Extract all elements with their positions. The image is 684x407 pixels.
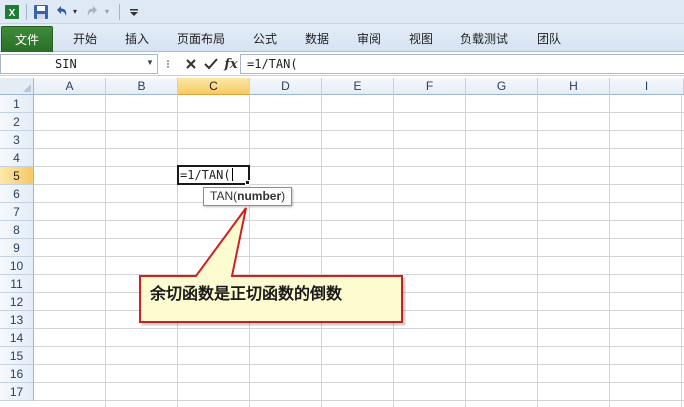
column-header-c[interactable]: C [178,78,250,95]
select-all-corner[interactable] [0,78,34,95]
row-header[interactable]: 3 [0,131,34,149]
name-box[interactable]: SIN [0,54,158,74]
expand-handle-icon[interactable] [164,56,178,72]
formula-input[interactable]: =1/TAN( [240,54,684,74]
tooltip-close-paren: ) [281,189,286,203]
name-box-dropdown-icon[interactable]: ▼ [146,58,154,67]
row-header-active[interactable]: 5 [0,167,34,185]
tab-insert[interactable]: 插入 [114,26,160,52]
ribbon-tab-bar: 文件 开始 插入 页面布局 公式 数据 审阅 视图 负载测试 团队 [0,24,684,52]
row-header[interactable]: 1 [0,95,34,113]
toolbar-separator [119,3,120,20]
quick-access-toolbar: X ▾ ▾ [0,0,684,24]
row-header[interactable]: 17 [0,383,34,401]
tooltip-argument: number [237,189,282,203]
formula-bar: SIN ▼ fx =1/TAN( [0,52,684,76]
column-header-i[interactable]: I [610,78,684,95]
active-cell-text: =1/TAN( [180,168,231,182]
column-header-g[interactable]: G [466,78,538,95]
cell-area[interactable] [34,95,684,407]
column-headers: A B C D E F G H I [34,78,684,95]
column-header-h[interactable]: H [538,78,610,95]
row-header[interactable]: 8 [0,221,34,239]
row-header[interactable]: 13 [0,311,34,329]
cancel-icon[interactable] [184,56,198,72]
tab-team[interactable]: 团队 [526,26,572,52]
save-icon[interactable] [33,4,49,20]
function-tooltip: TAN(number) [203,187,293,206]
tab-view[interactable]: 视图 [398,26,444,52]
tab-file[interactable]: 文件 [1,26,53,52]
row-header[interactable]: 2 [0,113,34,131]
row-header[interactable]: 16 [0,365,34,383]
redo-dropdown-icon: ▾ [105,7,110,16]
worksheet-grid: A B C D E F G H I 1 2 3 4 5 6 7 8 9 10 1… [0,78,684,407]
customize-toolbar-icon[interactable] [126,4,142,20]
text-caret [231,168,233,181]
column-header-f[interactable]: F [394,78,466,95]
tab-data[interactable]: 数据 [294,26,340,52]
row-header[interactable]: 7 [0,203,34,221]
row-header[interactable]: 6 [0,185,34,203]
row-header[interactable]: 11 [0,275,34,293]
svg-text:X: X [9,8,16,19]
tooltip-function-name[interactable]: TAN( [210,189,237,203]
row-header[interactable]: 4 [0,149,34,167]
fill-handle[interactable] [245,180,250,185]
column-header-a[interactable]: A [34,78,106,95]
enter-check-icon[interactable] [204,56,218,72]
row-header[interactable]: 10 [0,257,34,275]
undo-icon[interactable] [53,4,69,20]
toolbar-separator [26,3,27,20]
row-header[interactable]: 15 [0,347,34,365]
insert-function-icon[interactable]: fx [224,56,238,72]
column-header-e[interactable]: E [322,78,394,95]
undo-dropdown-icon[interactable]: ▾ [73,7,81,16]
row-header[interactable]: 9 [0,239,34,257]
active-cell-c5[interactable]: =1/TAN( [177,165,250,185]
tab-formulas[interactable]: 公式 [242,26,288,52]
row-headers: 1 2 3 4 5 6 7 8 9 10 11 12 13 14 15 16 1… [0,95,34,401]
tab-home[interactable]: 开始 [62,26,108,52]
row-header[interactable]: 14 [0,329,34,347]
tab-page-layout[interactable]: 页面布局 [168,26,234,52]
column-header-b[interactable]: B [106,78,178,95]
excel-logo-icon[interactable]: X [4,4,20,20]
tab-review[interactable]: 审阅 [346,26,392,52]
tab-load-test[interactable]: 负载测试 [450,26,518,52]
row-header[interactable]: 12 [0,293,34,311]
select-all-triangle-icon [23,84,31,92]
callout-text: 余切函数是正切函数的倒数 [150,284,343,303]
column-header-d[interactable]: D [250,78,322,95]
redo-icon [85,4,101,20]
formula-buttons: fx [162,54,238,74]
